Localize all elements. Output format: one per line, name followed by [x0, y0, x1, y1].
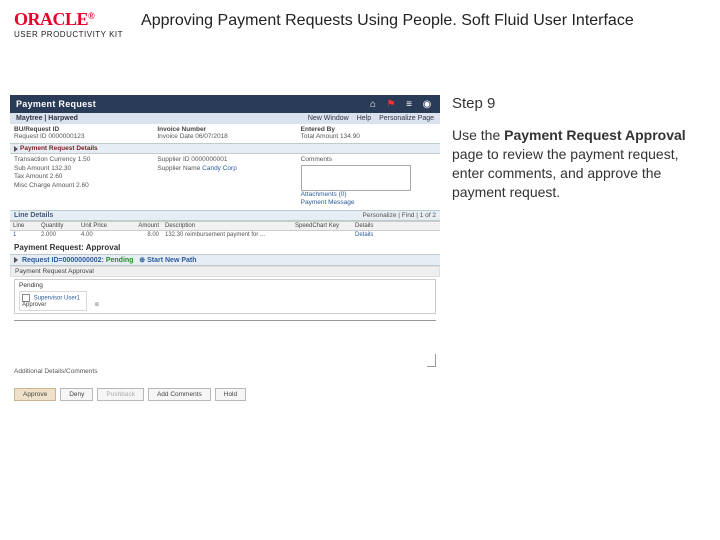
breadcrumb: Maytree | Harpwed: [16, 115, 78, 122]
attachments-link[interactable]: Attachments (0): [301, 191, 436, 199]
summary-v2c: Total Amount 134.90: [301, 133, 436, 141]
details-header: Payment Request Details: [10, 143, 440, 154]
approval-title: Payment Request: Approval: [10, 239, 440, 254]
expand-icon[interactable]: 1: [10, 231, 38, 239]
link-personalize[interactable]: Personalize Page: [379, 115, 434, 122]
flag-icon[interactable]: ⚑: [384, 97, 398, 111]
start-new-path[interactable]: ⊕ Start New Path: [139, 257, 196, 264]
comments-text-area[interactable]: [14, 320, 436, 366]
instruction-panel: Step 9 Use the Payment Request Approval …: [446, 95, 706, 407]
link-new-window[interactable]: New Window: [308, 115, 349, 122]
home-icon[interactable]: ⌂: [366, 97, 380, 111]
app-bar-title: Payment Request: [16, 99, 362, 109]
grid-header: Line Quantity Unit Price Amount Descript…: [10, 221, 440, 231]
bell-icon[interactable]: ◉: [420, 97, 434, 111]
summary-v2a: Request ID 0000000123: [14, 133, 149, 141]
summary-row: BU/Request ID Request ID 0000000123 Invo…: [10, 124, 440, 143]
deny-button[interactable]: Deny: [60, 388, 93, 401]
approval-req-bar: Request ID=0000000002: Pending ⊕ Start N…: [10, 254, 440, 266]
approval-stage: Pending Supervisor User1 Approver ⊕: [14, 279, 436, 314]
approve-button[interactable]: Approve: [14, 388, 56, 401]
det-l2: Sub Amount 132.30: [14, 165, 149, 173]
summary-l1a: BU/Request ID: [14, 126, 149, 133]
brand-bar: ORACLE® USER PRODUCTIVITY KIT Approving …: [0, 0, 720, 45]
app-bar: Payment Request ⌂ ⚑ ≡ ◉: [10, 95, 440, 113]
det-l1: Transaction Currency 1.50: [14, 156, 149, 164]
lines-header: Line Details Personalize | Find | 1 of 2: [10, 210, 440, 221]
step-body: Use the Payment Request Approval page to…: [452, 126, 706, 202]
app-screenshot: Payment Request ⌂ ⚑ ≡ ◉ Maytree | Harpwe…: [10, 95, 440, 407]
payment-msg-link[interactable]: Payment Message: [301, 199, 436, 207]
checkbox-icon[interactable]: [22, 294, 30, 302]
notes-label: Additional Details/Comments: [10, 366, 440, 376]
summary-l1c: Entered By: [301, 126, 436, 133]
hold-button[interactable]: Hold: [215, 388, 246, 401]
app-subbar: Maytree | Harpwed New Window Help Person…: [10, 113, 440, 124]
menu-icon[interactable]: ≡: [402, 97, 416, 111]
add-comments-button[interactable]: Add Comments: [148, 388, 211, 401]
action-buttons: Approve Deny Pushback Add Comments Hold: [10, 384, 440, 407]
oracle-logo: ORACLE®: [14, 10, 123, 28]
det-r2: Supplier Name Candy Corp: [157, 165, 292, 173]
brand-block: ORACLE® USER PRODUCTIVITY KIT: [14, 10, 123, 39]
lines-meta: Personalize | Find | 1 of 2: [363, 212, 436, 220]
stage-status: Pending: [19, 282, 431, 289]
approver-card[interactable]: Supervisor User1 Approver: [19, 291, 87, 311]
det-r1: Supplier ID 0000000001: [157, 156, 292, 164]
summary-l1b: Invoice Number: [157, 126, 292, 133]
details-link[interactable]: Details: [352, 231, 392, 239]
summary-v2b: Invoice Date 06/07/2018: [157, 133, 292, 141]
details-row: Transaction Currency 1.50 Sub Amount 132…: [10, 154, 440, 209]
table-row[interactable]: 1 2.000 4.00 8.00 132.30 reimbursement p…: [10, 231, 440, 239]
approval-sub-header: Payment Request Approval: [10, 266, 440, 277]
comments-input[interactable]: [301, 165, 411, 191]
brand-subtitle: USER PRODUCTIVITY KIT: [14, 30, 123, 39]
add-approver-icon[interactable]: ⊕: [94, 302, 99, 308]
step-heading: Step 9: [452, 95, 706, 112]
det-l4: Misc Charge Amount 2.60: [14, 182, 149, 190]
doc-title: Approving Payment Requests Using People.…: [141, 10, 706, 30]
det-l3: Tax Amount 2.60: [14, 173, 149, 181]
comments-label: Comments: [301, 156, 436, 164]
link-help[interactable]: Help: [357, 115, 371, 122]
pushback-button[interactable]: Pushback: [97, 388, 144, 401]
